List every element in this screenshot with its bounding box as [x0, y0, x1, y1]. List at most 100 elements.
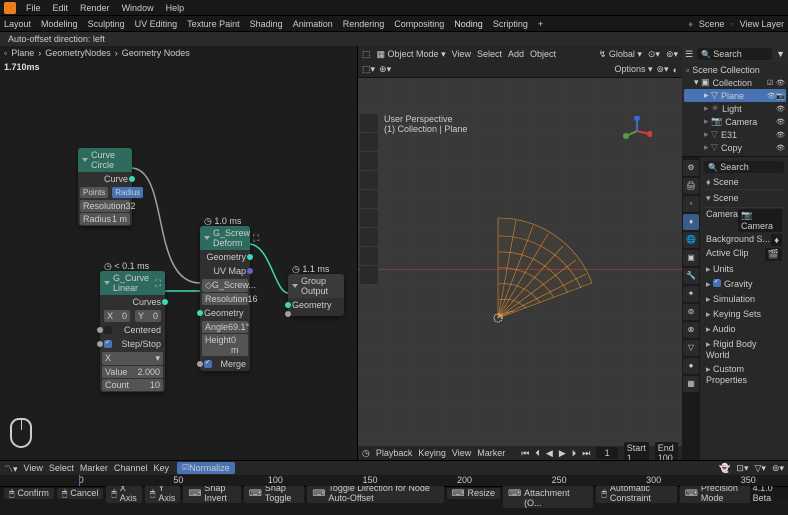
- node-header[interactable]: G_Screw Deform⛶: [200, 226, 250, 250]
- nav-camera-icon[interactable]: [662, 194, 678, 210]
- tool-scale[interactable]: [360, 190, 378, 208]
- socket-curve-out[interactable]: Curve: [78, 172, 132, 186]
- tab-sculpting[interactable]: Sculpting: [88, 19, 125, 29]
- outliner-icon[interactable]: ☰: [685, 49, 693, 60]
- tab-texture[interactable]: Texture Paint: [187, 19, 240, 29]
- menu-keying[interactable]: Keying: [418, 448, 446, 458]
- select-tool-icon[interactable]: ⬚▾: [362, 64, 375, 75]
- field-value[interactable]: Value2.000: [102, 366, 163, 378]
- tab-object-icon[interactable]: ▣: [683, 250, 699, 266]
- menu-help[interactable]: Help: [160, 3, 191, 13]
- tab-particle-icon[interactable]: ✦: [683, 286, 699, 302]
- mesh-object[interactable]: [488, 208, 608, 328]
- bgscene-selector[interactable]: ♦: [771, 234, 782, 246]
- tab-compositing[interactable]: Compositing: [394, 19, 444, 29]
- normalize-button[interactable]: ☑ Normalize: [177, 462, 235, 474]
- breadcrumb-modifier[interactable]: GeometryNodes: [45, 48, 111, 58]
- jump-end-icon[interactable]: ⏭: [582, 448, 590, 459]
- menu-marker[interactable]: Marker: [477, 448, 505, 458]
- tab-animation[interactable]: Animation: [293, 19, 333, 29]
- menu-file[interactable]: File: [20, 3, 47, 13]
- graph-ruler[interactable]: 0 50 100 150 200 250 300 350: [0, 475, 788, 486]
- tab-world-icon[interactable]: 🌐: [683, 232, 699, 248]
- node-curve-linear[interactable]: ◷ < 0.1 ms G_Curve Linear⛶ Curves X0Y0 C…: [100, 271, 165, 392]
- playhead[interactable]: [79, 475, 80, 486]
- check-centered[interactable]: Centered: [100, 323, 165, 337]
- timeline-editor-icon[interactable]: ◷: [362, 448, 370, 459]
- tool-addcube[interactable]: [360, 266, 378, 284]
- field-x[interactable]: X0: [104, 310, 130, 322]
- ghost-icon[interactable]: 👻: [719, 463, 730, 474]
- panel-units[interactable]: ▸ Units: [702, 262, 786, 277]
- tab-output-icon[interactable]: 🖨: [683, 178, 699, 194]
- menu-select[interactable]: Select: [477, 49, 502, 59]
- check-stepstop[interactable]: Step/Stop: [100, 337, 165, 351]
- tool-annotate[interactable]: [360, 228, 378, 246]
- start-frame[interactable]: Start 1: [624, 442, 649, 460]
- nav-zoom-icon[interactable]: [662, 158, 678, 174]
- tool-cursor[interactable]: [360, 133, 378, 151]
- item-light[interactable]: ▸ ☀ Light👁: [684, 102, 786, 115]
- options-dropdown[interactable]: Options ▾: [614, 64, 652, 75]
- properties-search[interactable]: 🔍 Search: [704, 161, 784, 173]
- viewlayer-selector[interactable]: View Layer: [740, 19, 784, 29]
- menu-channel[interactable]: Channel: [114, 463, 148, 473]
- menu-edit[interactable]: Edit: [47, 3, 75, 13]
- mode-selector[interactable]: ▦ Object Mode ▾: [377, 49, 446, 60]
- mode-radius[interactable]: Radius: [112, 187, 143, 198]
- tab-modifier-icon[interactable]: 🔧: [683, 268, 699, 284]
- tab-scripting[interactable]: Scripting: [493, 19, 528, 29]
- panel-custom[interactable]: ▸ Custom Properties: [702, 362, 786, 387]
- viewport-3d[interactable]: ⬚ ▦ Object Mode ▾ View Select Add Object…: [358, 46, 682, 460]
- menu-playback[interactable]: Playback: [376, 448, 413, 458]
- editor-type-icon[interactable]: ⬚: [362, 49, 371, 60]
- tab-layout[interactable]: Layout: [4, 19, 31, 29]
- cursor-tool-icon[interactable]: ⊕▾: [379, 64, 391, 75]
- menu-view[interactable]: View: [452, 448, 471, 458]
- tab-texture-icon[interactable]: ▦: [683, 376, 699, 392]
- menu-select[interactable]: Select: [49, 463, 74, 473]
- menu-key[interactable]: Key: [153, 463, 169, 473]
- menu-object[interactable]: Object: [530, 49, 556, 59]
- end-frame[interactable]: End 100: [655, 442, 678, 460]
- socket-geometry-out[interactable]: Geometry: [200, 250, 250, 264]
- tool-rotate[interactable]: [360, 171, 378, 189]
- scene-selector[interactable]: Scene: [699, 19, 725, 29]
- panel-scene[interactable]: ▾ Scene: [702, 189, 786, 208]
- tab-uv[interactable]: UV Editing: [135, 19, 178, 29]
- field-resolution[interactable]: Resolution16: [202, 293, 248, 305]
- properties-body[interactable]: 🔍 Search ♦ Scene ▾ Scene Camera📷 Camera …: [700, 157, 788, 460]
- proportional-icon[interactable]: ⊚▾: [666, 49, 678, 60]
- field-height[interactable]: Height0 m: [202, 334, 248, 356]
- prev-key-icon[interactable]: ⏴: [535, 448, 540, 459]
- item-scene-collection[interactable]: ▫ Scene Collection: [684, 64, 786, 76]
- tab-data-icon[interactable]: ▽: [683, 340, 699, 356]
- node-editor[interactable]: ▫Plane ›GeometryNodes ›Geometry Nodes 1.…: [0, 46, 358, 460]
- outliner-tree[interactable]: ▫ Scene Collection ▾ ▣ Collection☑👁 ▸ ▽ …: [682, 62, 788, 156]
- field-count[interactable]: Count10: [102, 379, 163, 391]
- nav-persp-icon[interactable]: [662, 212, 678, 228]
- tab-viewlayer-icon[interactable]: ▫: [683, 196, 699, 212]
- overlays-icon[interactable]: ⊚▾: [657, 64, 669, 75]
- node-screw-deform[interactable]: ◷ 1.0 ms G_Screw Deform⛶ Geometry UV Map…: [200, 226, 250, 371]
- camera-selector[interactable]: 📷 Camera: [738, 209, 782, 232]
- tab-scene-icon[interactable]: ♦: [683, 214, 699, 230]
- tab-render-icon[interactable]: ⚙: [683, 160, 699, 176]
- nav-move-icon[interactable]: [662, 176, 678, 192]
- field-axis[interactable]: X▾: [102, 352, 163, 365]
- viewport-canvas[interactable]: User Perspective(1) Collection | Plane: [358, 78, 682, 460]
- panel-rigid[interactable]: ▸ Rigid Body World: [702, 337, 786, 362]
- item-collection[interactable]: ▾ ▣ Collection☑👁: [684, 76, 786, 89]
- socket-uvmap-out[interactable]: UV Map: [200, 264, 250, 278]
- item-e31[interactable]: ▸ ▽ E31👁: [684, 128, 786, 141]
- socket-geometry-in[interactable]: Geometry: [288, 298, 344, 312]
- item-plane[interactable]: ▸ ▽ Plane👁📷: [684, 89, 786, 102]
- filter-icon[interactable]: ▽▾: [754, 463, 765, 474]
- tab-rendering[interactable]: Rendering: [343, 19, 385, 29]
- breadcrumb-group[interactable]: Geometry Nodes: [122, 48, 190, 58]
- orientation[interactable]: ↯ Global ▾: [599, 49, 642, 60]
- field-resolution[interactable]: Resolution32: [80, 200, 130, 212]
- tab-add[interactable]: +: [538, 19, 543, 29]
- next-key-icon[interactable]: ⏵: [572, 448, 577, 459]
- node-group-output[interactable]: ◷ 1.1 ms Group Output Geometry: [288, 274, 344, 316]
